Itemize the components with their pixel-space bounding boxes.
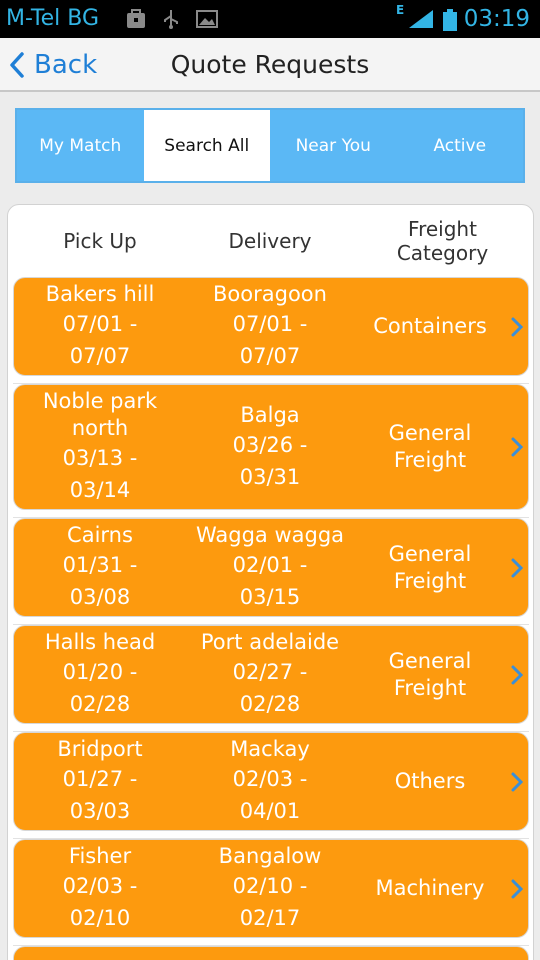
- quote-row[interactable]: Bridport 01/27 - 03/03 Mackay 02/03 - 04…: [13, 732, 529, 839]
- pick-up-place: Noble park north: [42, 389, 158, 440]
- delivery-date-end: 03/15: [239, 585, 301, 609]
- pick-up-date-end: 03/03: [69, 799, 131, 823]
- chevron-right-icon: [510, 664, 524, 686]
- pick-up-date-start: 03/13 -: [62, 446, 138, 470]
- quote-row-pill[interactable]: Halls head 01/20 - 02/28 Port adelaide 0…: [13, 625, 529, 724]
- segmented-tabs: My Match Search All Near You Active: [15, 108, 525, 183]
- pick-up-date-end: 02/10: [69, 906, 131, 930]
- freight-category-cell: General Freight: [388, 541, 472, 593]
- quote-row[interactable]: Fisher 02/03 - 02/10 Bangalow 02/10 - 02…: [13, 839, 529, 946]
- delivery-place: Wagga wagga: [195, 523, 345, 547]
- pick-up-cell: Halls head 01/20 - 02/28: [14, 626, 186, 723]
- freight-category-cell: General Freight: [388, 648, 472, 700]
- bag-icon: [125, 9, 147, 29]
- pick-up-date-end: 07/07: [69, 344, 131, 368]
- freight-category-cell: General Freight: [388, 421, 472, 472]
- back-button[interactable]: Back: [8, 38, 97, 92]
- column-header-freight-category-line1: Freight: [408, 217, 477, 241]
- pick-up-date-end: 02/28: [69, 692, 131, 716]
- pick-up-date-start: 07/01 -: [62, 312, 138, 336]
- quote-row-pill[interactable]: Noble park north 03/13 - 03/14 Balga 03/…: [13, 384, 529, 510]
- pick-up-place: Fisher: [68, 844, 132, 868]
- delivery-cell: Booragoon 07/01 - 07/07: [186, 278, 354, 375]
- delivery-date-start: 07/01 -: [232, 312, 308, 336]
- quote-row-pill[interactable]: Bridport 01/27 - 03/03 Mackay 02/03 - 04…: [13, 732, 529, 831]
- quote-row[interactable]: [13, 946, 529, 960]
- delivery-date-start: 02/10 -: [232, 874, 308, 898]
- pick-up-place: Cairns: [67, 523, 133, 547]
- chevron-right-icon: [510, 771, 524, 793]
- delivery-cell: Balga 03/26 - 03/31: [186, 385, 354, 509]
- clock: 03:19: [463, 6, 530, 32]
- delivery-cell: Port adelaide 02/27 - 02/28: [186, 626, 354, 723]
- delivery-date-start: 03/26 -: [232, 432, 308, 457]
- delivery-cell: Bangalow 02/10 - 02/17: [186, 840, 354, 937]
- freight-category-cell: Machinery: [375, 876, 485, 900]
- quote-row[interactable]: Bakers hill 07/01 - 07/07 Booragoon 07/0…: [13, 277, 529, 384]
- carrier-name: M-Tel BG: [6, 6, 99, 31]
- quote-row[interactable]: Halls head 01/20 - 02/28 Port adelaide 0…: [13, 625, 529, 732]
- delivery-cell: Mackay 02/03 - 04/01: [186, 733, 354, 830]
- delivery-place: Booragoon: [213, 282, 327, 306]
- quote-row-pill[interactable]: Bakers hill 07/01 - 07/07 Booragoon 07/0…: [13, 277, 529, 376]
- delivery-date-start: 02/27 -: [232, 660, 308, 684]
- pick-up-date-start: 01/27 -: [62, 767, 138, 791]
- quote-list: Pick Up Delivery Freight Category Bakers…: [7, 204, 534, 960]
- delivery-place: Balga: [240, 402, 300, 427]
- delivery-date-end: 07/07: [239, 344, 301, 368]
- pick-up-cell: Bakers hill 07/01 - 07/07: [14, 278, 186, 375]
- battery-icon: [442, 9, 458, 31]
- quote-row[interactable]: Noble park north 03/13 - 03/14 Balga 03/…: [13, 384, 529, 518]
- chevron-left-icon: [10, 52, 24, 78]
- pick-up-place: Bridport: [57, 737, 143, 761]
- chevron-right-icon: [510, 557, 524, 579]
- tab-my-match[interactable]: My Match: [17, 110, 144, 181]
- pick-up-place: Halls head: [44, 630, 156, 654]
- pick-up-cell: Noble park north 03/13 - 03/14: [14, 385, 186, 509]
- delivery-date-end: 02/28: [239, 692, 301, 716]
- chevron-right-icon: [510, 436, 524, 458]
- quote-row[interactable]: Cairns 01/31 - 03/08 Wagga wagga 02/01 -…: [13, 518, 529, 625]
- pick-up-date-start: 01/20 -: [62, 660, 138, 684]
- back-label: Back: [34, 50, 98, 80]
- delivery-date-end: 04/01: [239, 799, 301, 823]
- quote-row-pill[interactable]: Fisher 02/03 - 02/10 Bangalow 02/10 - 02…: [13, 839, 529, 938]
- delivery-place: Bangalow: [218, 844, 322, 868]
- pick-up-date-end: 03/08: [69, 585, 131, 609]
- image-icon: [196, 9, 218, 29]
- status-bar: M-Tel BG E 03:19: [0, 0, 540, 38]
- delivery-cell: Wagga wagga 02/01 - 03/15: [186, 519, 354, 616]
- column-header-freight-category-line2: Category: [396, 241, 489, 265]
- pick-up-place: Bakers hill: [45, 282, 155, 306]
- freight-category-cell: Containers: [373, 314, 487, 338]
- pick-up-date-start: 01/31 -: [62, 553, 138, 577]
- delivery-date-start: 02/03 -: [232, 767, 308, 791]
- quote-row-pill[interactable]: [13, 946, 529, 960]
- signal-icon: [407, 9, 435, 29]
- delivery-place: Port adelaide: [200, 630, 340, 654]
- tab-search-all[interactable]: Search All: [143, 110, 270, 181]
- pick-up-cell: Fisher 02/03 - 02/10: [14, 840, 186, 937]
- delivery-date-start: 02/01 -: [232, 553, 308, 577]
- chevron-right-icon: [510, 878, 524, 900]
- pick-up-cell: Cairns 01/31 - 03/08: [14, 519, 186, 616]
- tab-active[interactable]: Active: [396, 110, 523, 181]
- tab-near-you[interactable]: Near You: [270, 110, 397, 181]
- delivery-place: Mackay: [230, 737, 310, 761]
- nav-header: Back Quote Requests: [0, 38, 540, 92]
- column-header-pick-up: Pick Up: [63, 229, 137, 253]
- network-type: E: [396, 3, 405, 17]
- pick-up-date-start: 02/03 -: [62, 874, 138, 898]
- usb-icon: [160, 9, 182, 29]
- column-header-freight-category: Freight Category: [360, 205, 525, 277]
- pick-up-cell: Bridport 01/27 - 03/03: [14, 733, 186, 830]
- delivery-date-end: 02/17: [239, 906, 301, 930]
- delivery-date-end: 03/31: [239, 464, 301, 489]
- column-header-delivery: Delivery: [228, 229, 312, 253]
- pick-up-date-end: 03/14: [69, 478, 131, 502]
- freight-category-cell: Others: [394, 769, 466, 793]
- quote-row-pill[interactable]: Cairns 01/31 - 03/08 Wagga wagga 02/01 -…: [13, 518, 529, 617]
- chevron-right-icon: [510, 316, 524, 338]
